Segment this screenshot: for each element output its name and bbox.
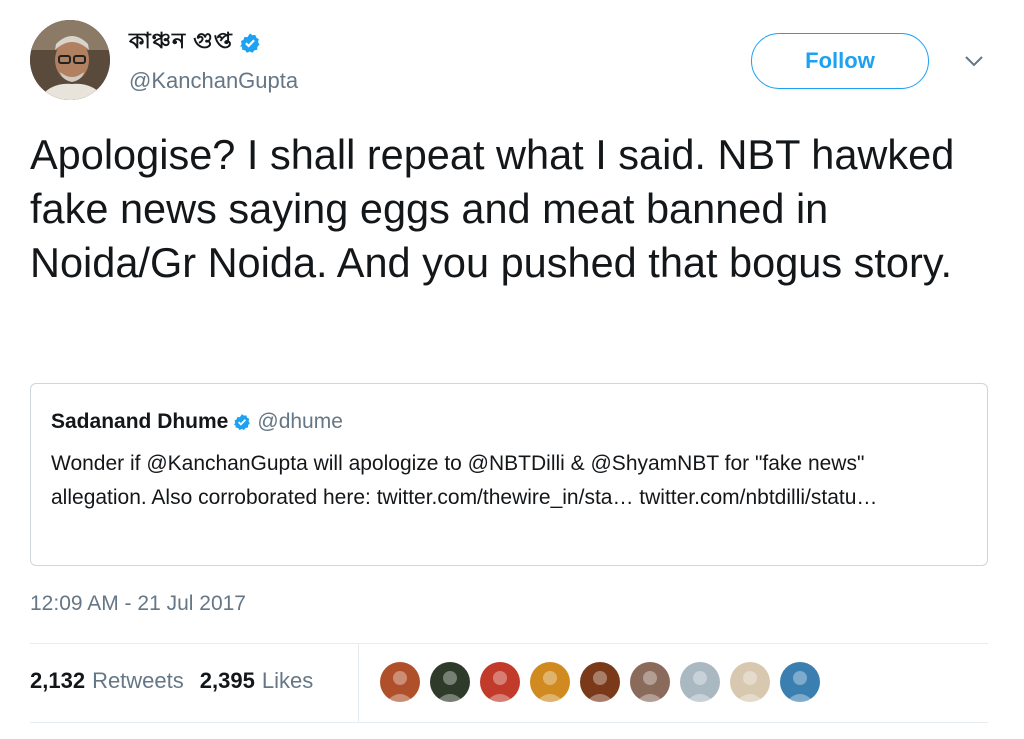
likes-label: Likes bbox=[261, 668, 314, 693]
liker-avatars bbox=[380, 662, 830, 702]
verified-badge-icon bbox=[234, 414, 251, 430]
liker-avatar[interactable] bbox=[680, 662, 720, 702]
chevron-down-icon[interactable] bbox=[964, 54, 984, 68]
quoted-tweet[interactable]: Sadanand Dhume @dhume Wonder if @Kanchan… bbox=[30, 383, 988, 566]
author-display-name[interactable]: কাঞ্চন গুপ্ত bbox=[129, 24, 233, 61]
divider bbox=[30, 722, 988, 723]
retweets-stat[interactable]: 2,132 Retweets bbox=[30, 668, 184, 694]
tweet-stats: 2,132 Retweets 2,395 Likes bbox=[30, 668, 313, 694]
tweet-text: Apologise? I shall repeat what I said. N… bbox=[30, 131, 955, 286]
liker-avatar[interactable] bbox=[780, 662, 820, 702]
divider bbox=[30, 643, 988, 644]
likes-count: 2,395 bbox=[199, 668, 255, 693]
retweets-count: 2,132 bbox=[30, 668, 86, 693]
liker-avatar[interactable] bbox=[730, 662, 770, 702]
liker-avatar[interactable] bbox=[630, 662, 670, 702]
liker-avatar[interactable] bbox=[430, 662, 470, 702]
quoted-author-handle: @dhume bbox=[257, 410, 343, 433]
retweets-label: Retweets bbox=[92, 668, 184, 693]
liker-avatar[interactable] bbox=[380, 662, 420, 702]
likes-stat[interactable]: 2,395 Likes bbox=[200, 668, 313, 694]
stats-separator bbox=[358, 643, 359, 723]
author-photo bbox=[30, 20, 110, 100]
verified-badge-icon bbox=[240, 32, 260, 53]
liker-avatar[interactable] bbox=[480, 662, 520, 702]
quoted-author-name: Sadanand Dhume bbox=[51, 410, 229, 433]
liker-avatar[interactable] bbox=[530, 662, 570, 702]
tweet-timestamp[interactable]: 12:09 AM - 21 Jul 2017 bbox=[30, 592, 246, 616]
quoted-tweet-text: Wonder if @KanchanGupta will apologize t… bbox=[51, 452, 878, 509]
liker-avatar[interactable] bbox=[580, 662, 620, 702]
author-avatar[interactable] bbox=[30, 20, 110, 100]
author-name-row[interactable]: কাঞ্চন গুপ্ত bbox=[129, 24, 261, 61]
follow-button[interactable]: Follow bbox=[751, 33, 929, 89]
quoted-tweet-header: Sadanand Dhume @dhume bbox=[51, 410, 343, 434]
author-handle[interactable]: @KanchanGupta bbox=[129, 68, 298, 94]
